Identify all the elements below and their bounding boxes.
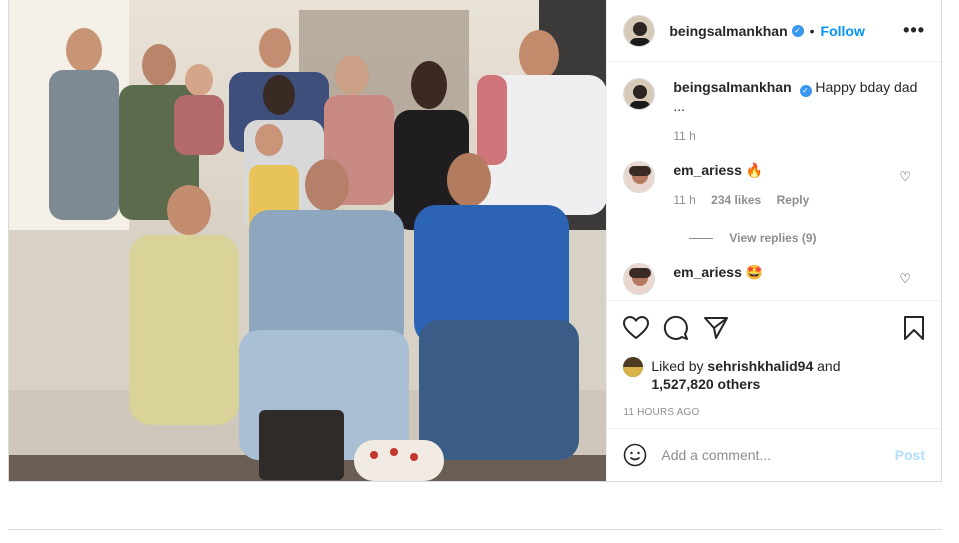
smiley-icon[interactable]	[623, 443, 647, 467]
action-icons	[623, 315, 925, 341]
commenter-avatar[interactable]	[623, 263, 656, 295]
follow-button[interactable]: Follow	[821, 23, 865, 39]
comment-like-heart-icon[interactable]: ♡	[899, 271, 911, 287]
caption-avatar[interactable]	[623, 78, 656, 110]
comment-item: em_ariess 🔥 11 h 234 likes Reply ♡	[623, 161, 925, 209]
comment-text: 🤩	[745, 264, 764, 280]
post-actions: Liked by sehrishkhalid94 and 1,527,820 o…	[607, 300, 941, 428]
comment-content: em_ariess 🔥 11 h 234 likes Reply	[673, 161, 821, 209]
caption-content: beingsalmankhan ✓ Happy bday dad ... 11 …	[673, 78, 925, 145]
liked-by-user[interactable]: sehrishkhalid94	[707, 358, 813, 374]
add-comment-bar: Add a comment... Post	[607, 428, 941, 481]
caption-username[interactable]: beingsalmankhan	[673, 79, 791, 95]
save-bookmark-icon[interactable]	[903, 315, 925, 341]
header-separator: •	[809, 22, 815, 39]
comment-meta: 11 h 234 likes Reply	[673, 191, 821, 209]
post-photo[interactable]	[9, 0, 607, 481]
author-username[interactable]: beingsalmankhan	[669, 23, 787, 39]
post-header: beingsalmankhan ✓ • Follow •••	[607, 0, 941, 62]
caption-row: beingsalmankhan ✓ Happy bday dad ... 11 …	[623, 78, 925, 145]
avatar-image	[624, 264, 655, 294]
comment-text: 🔥	[745, 162, 764, 178]
commenter-username[interactable]: em_ariess	[673, 264, 742, 280]
avatar-image	[623, 357, 644, 377]
commenter-username[interactable]: em_ariess	[673, 162, 742, 178]
verified-badge-icon: ✓	[791, 24, 804, 37]
add-comment-input[interactable]: Add a comment...	[661, 447, 894, 463]
view-replies-label: View replies (9)	[729, 231, 817, 245]
liked-by-prefix: Liked by	[651, 358, 704, 374]
post-side-panel: beingsalmankhan ✓ • Follow ••• beingsalm	[606, 0, 941, 481]
like-heart-icon[interactable]	[623, 316, 650, 340]
avatar-image	[624, 15, 655, 46]
comments-section: beingsalmankhan ✓ Happy bday dad ... 11 …	[607, 62, 941, 300]
avatar-image	[624, 79, 655, 109]
share-paper-plane-icon[interactable]	[703, 316, 729, 340]
reply-button[interactable]: Reply	[777, 193, 810, 207]
likes-text: Liked by sehrishkhalid94 and 1,527,820 o…	[651, 357, 840, 393]
liked-by-and: and	[817, 358, 841, 374]
comment-bubble-icon[interactable]	[663, 315, 689, 341]
more-options-icon[interactable]: •••	[903, 20, 925, 41]
likes-summary: Liked by sehrishkhalid94 and 1,527,820 o…	[623, 357, 925, 393]
post-comment-button[interactable]: Post	[895, 447, 925, 463]
comment-item: em_ariess 🤩 ♡	[623, 263, 925, 295]
caption-time[interactable]: 11 h	[673, 129, 695, 143]
author-avatar[interactable]	[623, 14, 656, 47]
instagram-post: beingsalmankhan ✓ • Follow ••• beingsalm	[8, 0, 942, 482]
comment-like-heart-icon[interactable]: ♡	[899, 169, 911, 185]
view-replies-button[interactable]: View replies (9)	[689, 231, 925, 245]
caption-meta: 11 h	[673, 127, 925, 145]
comment-likes[interactable]: 234 likes	[711, 193, 761, 207]
comment-time[interactable]: 11 h	[673, 193, 695, 207]
likes-count[interactable]: 1,527,820 others	[651, 376, 760, 392]
avatar-image	[624, 162, 655, 192]
verified-badge-icon: ✓	[799, 85, 812, 97]
commenter-avatar[interactable]	[623, 161, 656, 193]
family-photo-image	[9, 0, 607, 481]
liker-avatar[interactable]	[623, 357, 644, 377]
comment-content: em_ariess 🤩	[673, 263, 763, 295]
post-time-ago[interactable]: 11 HOURS AGO	[623, 407, 925, 418]
page-divider	[8, 529, 942, 530]
view-replies-line	[689, 237, 714, 239]
